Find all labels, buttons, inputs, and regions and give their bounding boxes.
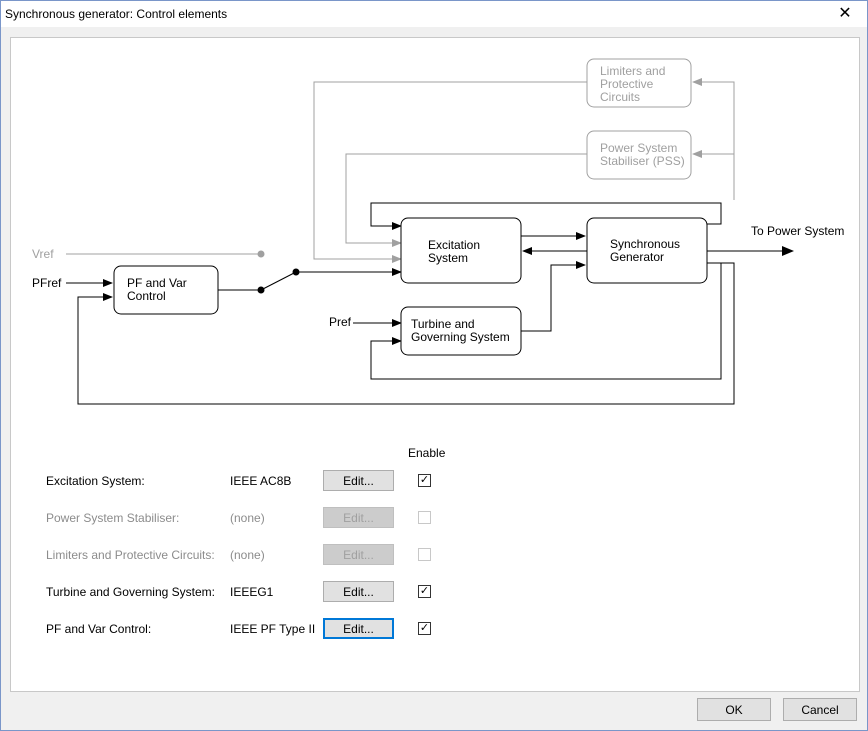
- excitation-enable-checkbox[interactable]: ✓: [418, 474, 431, 487]
- limiters-row-label: Limiters and Protective Circuits:: [46, 548, 215, 562]
- title-bar: Synchronous generator: Control elements …: [1, 1, 867, 27]
- limiters-label-2: Protective: [600, 77, 654, 91]
- cancel-button[interactable]: Cancel: [783, 698, 857, 721]
- limiters-model: (none): [230, 548, 265, 562]
- pfvar-row-label: PF and Var Control:: [46, 622, 152, 636]
- limiters-enable-checkbox[interactable]: [418, 548, 431, 561]
- switch-terminal-left: [257, 286, 265, 294]
- window-title: Synchronous generator: Control elements: [5, 7, 228, 21]
- pss-label-1: Power System: [600, 141, 677, 155]
- pss-model: (none): [230, 511, 265, 525]
- excitation-edit-button[interactable]: Edit...: [323, 470, 394, 491]
- turbine-row-label: Turbine and Governing System:: [46, 585, 215, 599]
- excitation-label-2: System: [428, 251, 468, 265]
- pfvar-model: IEEE PF Type II: [230, 622, 316, 636]
- switch-arm: [260, 271, 297, 291]
- to-power-system-label: To Power System: [751, 224, 844, 238]
- generator-label-1: Synchronous: [610, 237, 680, 251]
- vref-terminal: [257, 250, 265, 258]
- turbine-to-generator-line: [521, 261, 586, 332]
- pss-enable-checkbox[interactable]: [418, 511, 431, 524]
- excitation-label-1: Excitation: [428, 238, 480, 252]
- limiters-edit-button[interactable]: Edit...: [323, 544, 394, 565]
- turbine-edit-button[interactable]: Edit...: [323, 581, 394, 602]
- excitation-model: IEEE AC8B: [230, 474, 292, 488]
- turbine-label-2: Governing System: [411, 330, 510, 344]
- pfvar-enable-checkbox[interactable]: ✓: [418, 622, 431, 635]
- close-icon[interactable]: ✕: [823, 1, 867, 27]
- pss-label-2: Stabiliser (PSS): [600, 154, 685, 168]
- ok-button[interactable]: OK: [697, 698, 771, 721]
- excitation-row-label: Excitation System:: [46, 474, 145, 488]
- limiters-label-1: Limiters and: [600, 64, 665, 78]
- generator-label-2: Generator: [610, 250, 664, 264]
- turbine-enable-checkbox[interactable]: ✓: [418, 585, 431, 598]
- pss-row-label: Power System Stabiliser:: [46, 511, 180, 525]
- control-panel: Limiters and Protective Circuits Power S…: [10, 37, 860, 692]
- turbine-label-1: Turbine and: [411, 317, 475, 331]
- pfvar-label-2: Control: [127, 289, 166, 303]
- switch-terminal-right: [292, 268, 300, 276]
- turbine-model: IEEEG1: [230, 585, 274, 599]
- svg-text:Power System Stabilise: Power System Stabiliser (PSS): [600, 141, 685, 168]
- limiter-feedback-line: [692, 78, 735, 200]
- pss-edit-button[interactable]: Edit...: [323, 507, 394, 528]
- vref-label: Vref: [32, 247, 54, 261]
- dialog-window: Synchronous generator: Control elements …: [0, 0, 868, 731]
- limiters-label-3: Circuits: [600, 90, 640, 104]
- pfref-label: PFref: [32, 276, 62, 290]
- pfvar-label-1: PF and Var: [127, 276, 187, 290]
- pref-label: Pref: [329, 315, 352, 329]
- enable-column-header: Enable: [408, 446, 446, 460]
- pfvar-edit-button[interactable]: Edit...: [323, 618, 394, 639]
